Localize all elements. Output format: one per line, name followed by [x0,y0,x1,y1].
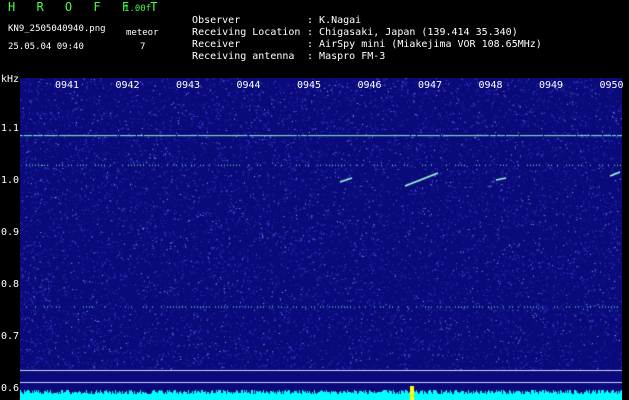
freq-label: 0.9 [1,226,20,238]
freq-label: 1.1 [1,122,20,134]
y-axis-unit: kHz [1,74,20,85]
time-label: 0946 [357,80,382,91]
freq-label: 1.0 [1,174,20,186]
freq-label: 0.7 [1,330,20,342]
time-label: 0949 [539,80,564,91]
time-label: 0943 [176,80,201,91]
file-name: KN9_2505040940.png [8,24,106,34]
capture-datetime: 25.05.04 09:40 [8,42,84,52]
time-label: 0948 [478,80,503,91]
info-value: Maspro FM-3 [319,51,386,62]
time-label: 0947 [418,80,443,91]
info-row-antenna: Receiving antenna: Maspro FM-3 [180,39,385,63]
info-separator: : [307,51,314,62]
time-label: 0950 [599,80,624,91]
spectrogram [20,78,622,400]
version-label: 1.00f [124,4,152,14]
meteor-count: 7 [140,42,146,52]
freq-label: 0.8 [1,278,20,290]
info-key: Receiving antenna [192,51,295,62]
meteor-label: meteor [126,28,159,38]
freq-label: 0.6 [1,382,20,394]
time-label: 0942 [115,80,140,91]
time-label: 0944 [236,80,261,91]
time-label: 0941 [55,80,80,91]
time-label: 0945 [297,80,322,91]
